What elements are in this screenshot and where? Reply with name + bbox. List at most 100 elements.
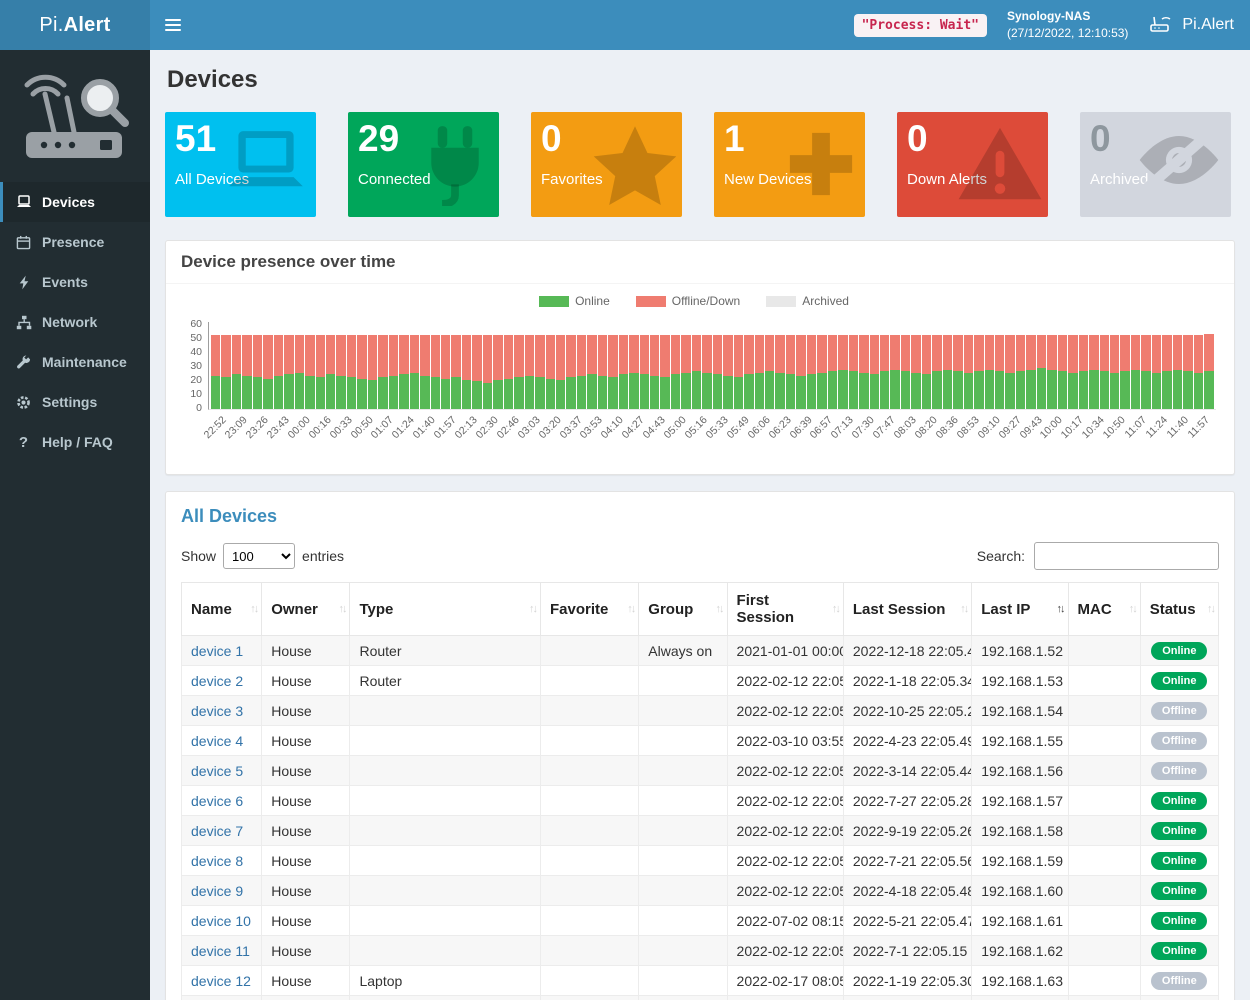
chart-bar [556,322,565,409]
device-link[interactable]: device 12 [191,973,251,989]
legend-item-archived[interactable]: Archived [766,294,849,308]
column-header-last-session[interactable]: Last Session↑↓ [843,583,971,636]
cell-last: 2022-7-21 22:05.56 [843,846,971,876]
cell-status: Online [1140,996,1218,1000]
app-logo[interactable]: Pi.Alert [0,0,150,50]
chart-bar: 07:13 [838,322,847,409]
table-row: device 12HouseLaptop2022-02-17 08:052022… [182,966,1219,996]
column-header-status[interactable]: Status↑↓ [1140,583,1218,636]
column-header-mac[interactable]: MAC↑↓ [1068,583,1140,636]
cell-group [639,816,727,846]
summary-box-connected[interactable]: 29 Connected [348,112,499,217]
x-tick-label: 05:49 [725,414,752,441]
device-link[interactable]: device 7 [191,823,243,839]
table-row: device 6House2022-02-12 22:052022-7-27 2… [182,786,1219,816]
x-tick-label: 09:27 [996,414,1023,441]
x-tick-label: 08:53 [954,414,981,441]
sidebar-item-events[interactable]: Events [0,262,150,302]
cell-status: Online [1140,816,1218,846]
chart-bar [493,322,502,409]
chart-bar: 00:50 [357,322,366,409]
cell-mac [1068,696,1140,726]
x-tick-label: 00:00 [285,414,312,441]
sidebar-item-presence[interactable]: Presence [0,222,150,262]
device-link[interactable]: device 4 [191,733,243,749]
chart-bar: 10:50 [1110,322,1119,409]
summary-box-all-devices[interactable]: 51 All Devices [165,112,316,217]
status-badge: Online [1151,672,1207,690]
x-tick-label: 05:16 [683,414,710,441]
device-link[interactable]: device 3 [191,703,243,719]
cell-type: Laptop [350,966,541,996]
summary-box-down-alerts[interactable]: 0 Down Alerts [897,112,1048,217]
legend-item-online[interactable]: Online [539,294,610,308]
search-input[interactable] [1034,542,1219,570]
summary-box-archived[interactable]: 0 Archived [1080,112,1231,217]
column-header-group[interactable]: Group↑↓ [639,583,727,636]
page-length-select[interactable]: 100 [223,543,295,569]
summary-box-favorites[interactable]: 0 Favorites [531,112,682,217]
cell-ip: 192.168.1.64 [972,996,1068,1000]
chart-bar: 04:43 [650,322,659,409]
column-header-favorite[interactable]: Favorite↑↓ [541,583,639,636]
cell-last: 2022-9-19 22:05.26 [843,816,971,846]
column-header-first-session[interactable]: First Session↑↓ [727,583,843,636]
sidebar-item-devices[interactable]: Devices [0,182,150,222]
cell-first: 2022-02-12 22:05 [727,756,843,786]
chart-bar: 11:07 [1131,322,1140,409]
sidebar-toggle-button[interactable] [150,0,196,50]
column-header-last-ip[interactable]: Last IP↑↓ [972,583,1068,636]
device-link[interactable]: device 1 [191,643,243,659]
device-link[interactable]: device 2 [191,673,243,689]
chart-bar [744,322,753,409]
cell-favorite [541,786,639,816]
device-link[interactable]: device 10 [191,913,251,929]
summary-box-new-devices[interactable]: 1 New Devices [714,112,865,217]
device-link[interactable]: device 9 [191,883,243,899]
devices-table-title: All Devices [181,506,1219,527]
cell-type [350,816,541,846]
chart-bar: 11:57 [1194,322,1203,409]
sidebar-item-help[interactable]: ? Help / FAQ [0,422,150,462]
device-link[interactable]: device 6 [191,793,243,809]
chart-bar: 05:33 [713,322,722,409]
chart-bar: 03:20 [546,322,555,409]
cell-type [350,756,541,786]
devices-table-body: device 1HouseRouterAlways on2021-01-01 0… [182,636,1219,1000]
x-tick-label: 08:03 [892,414,919,441]
sort-arrows-icon: ↑↓ [529,603,536,615]
process-status-badge: "Process: Wait" [854,14,987,37]
column-label: Owner [271,601,318,618]
cell-favorite [541,666,639,696]
table-row: device 8House2022-02-12 22:052022-7-21 2… [182,846,1219,876]
host-timestamp: (27/12/2022, 12:10:53) [1007,25,1128,42]
column-header-type[interactable]: Type↑↓ [350,583,541,636]
chart-bar [681,322,690,409]
sidebar-item-label: Presence [42,234,104,250]
device-link[interactable]: device 5 [191,763,243,779]
brand-link[interactable]: Pi.Alert [1148,12,1234,39]
sidebar-item-maintenance[interactable]: Maintenance [0,342,150,382]
chart-bar: 09:43 [1026,322,1035,409]
column-header-name[interactable]: Name↑↓ [182,583,262,636]
column-label: Status [1150,601,1196,618]
cell-favorite [541,726,639,756]
sidebar-item-network[interactable]: Network [0,302,150,342]
router-scan-icon [1148,12,1174,39]
status-badge: Online [1151,912,1207,930]
chart-bar [807,322,816,409]
table-row: device 9House2022-02-12 22:052022-4-18 2… [182,876,1219,906]
sidebar-item-settings[interactable]: Settings [0,382,150,422]
device-link[interactable]: device 8 [191,853,243,869]
column-header-owner[interactable]: Owner↑↓ [262,583,350,636]
y-tick-label: 60 [190,318,202,330]
legend-item-offline-down[interactable]: Offline/Down [636,294,740,308]
x-tick-label: 07:30 [850,414,877,441]
chart-bar: 22:52 [211,322,220,409]
chart-bar [1016,322,1025,409]
cell-mac [1068,966,1140,996]
sidebar-item-label: Devices [42,194,95,210]
device-link[interactable]: device 11 [191,943,250,959]
chart-bar [431,322,440,409]
cell-name: device 2 [182,666,262,696]
